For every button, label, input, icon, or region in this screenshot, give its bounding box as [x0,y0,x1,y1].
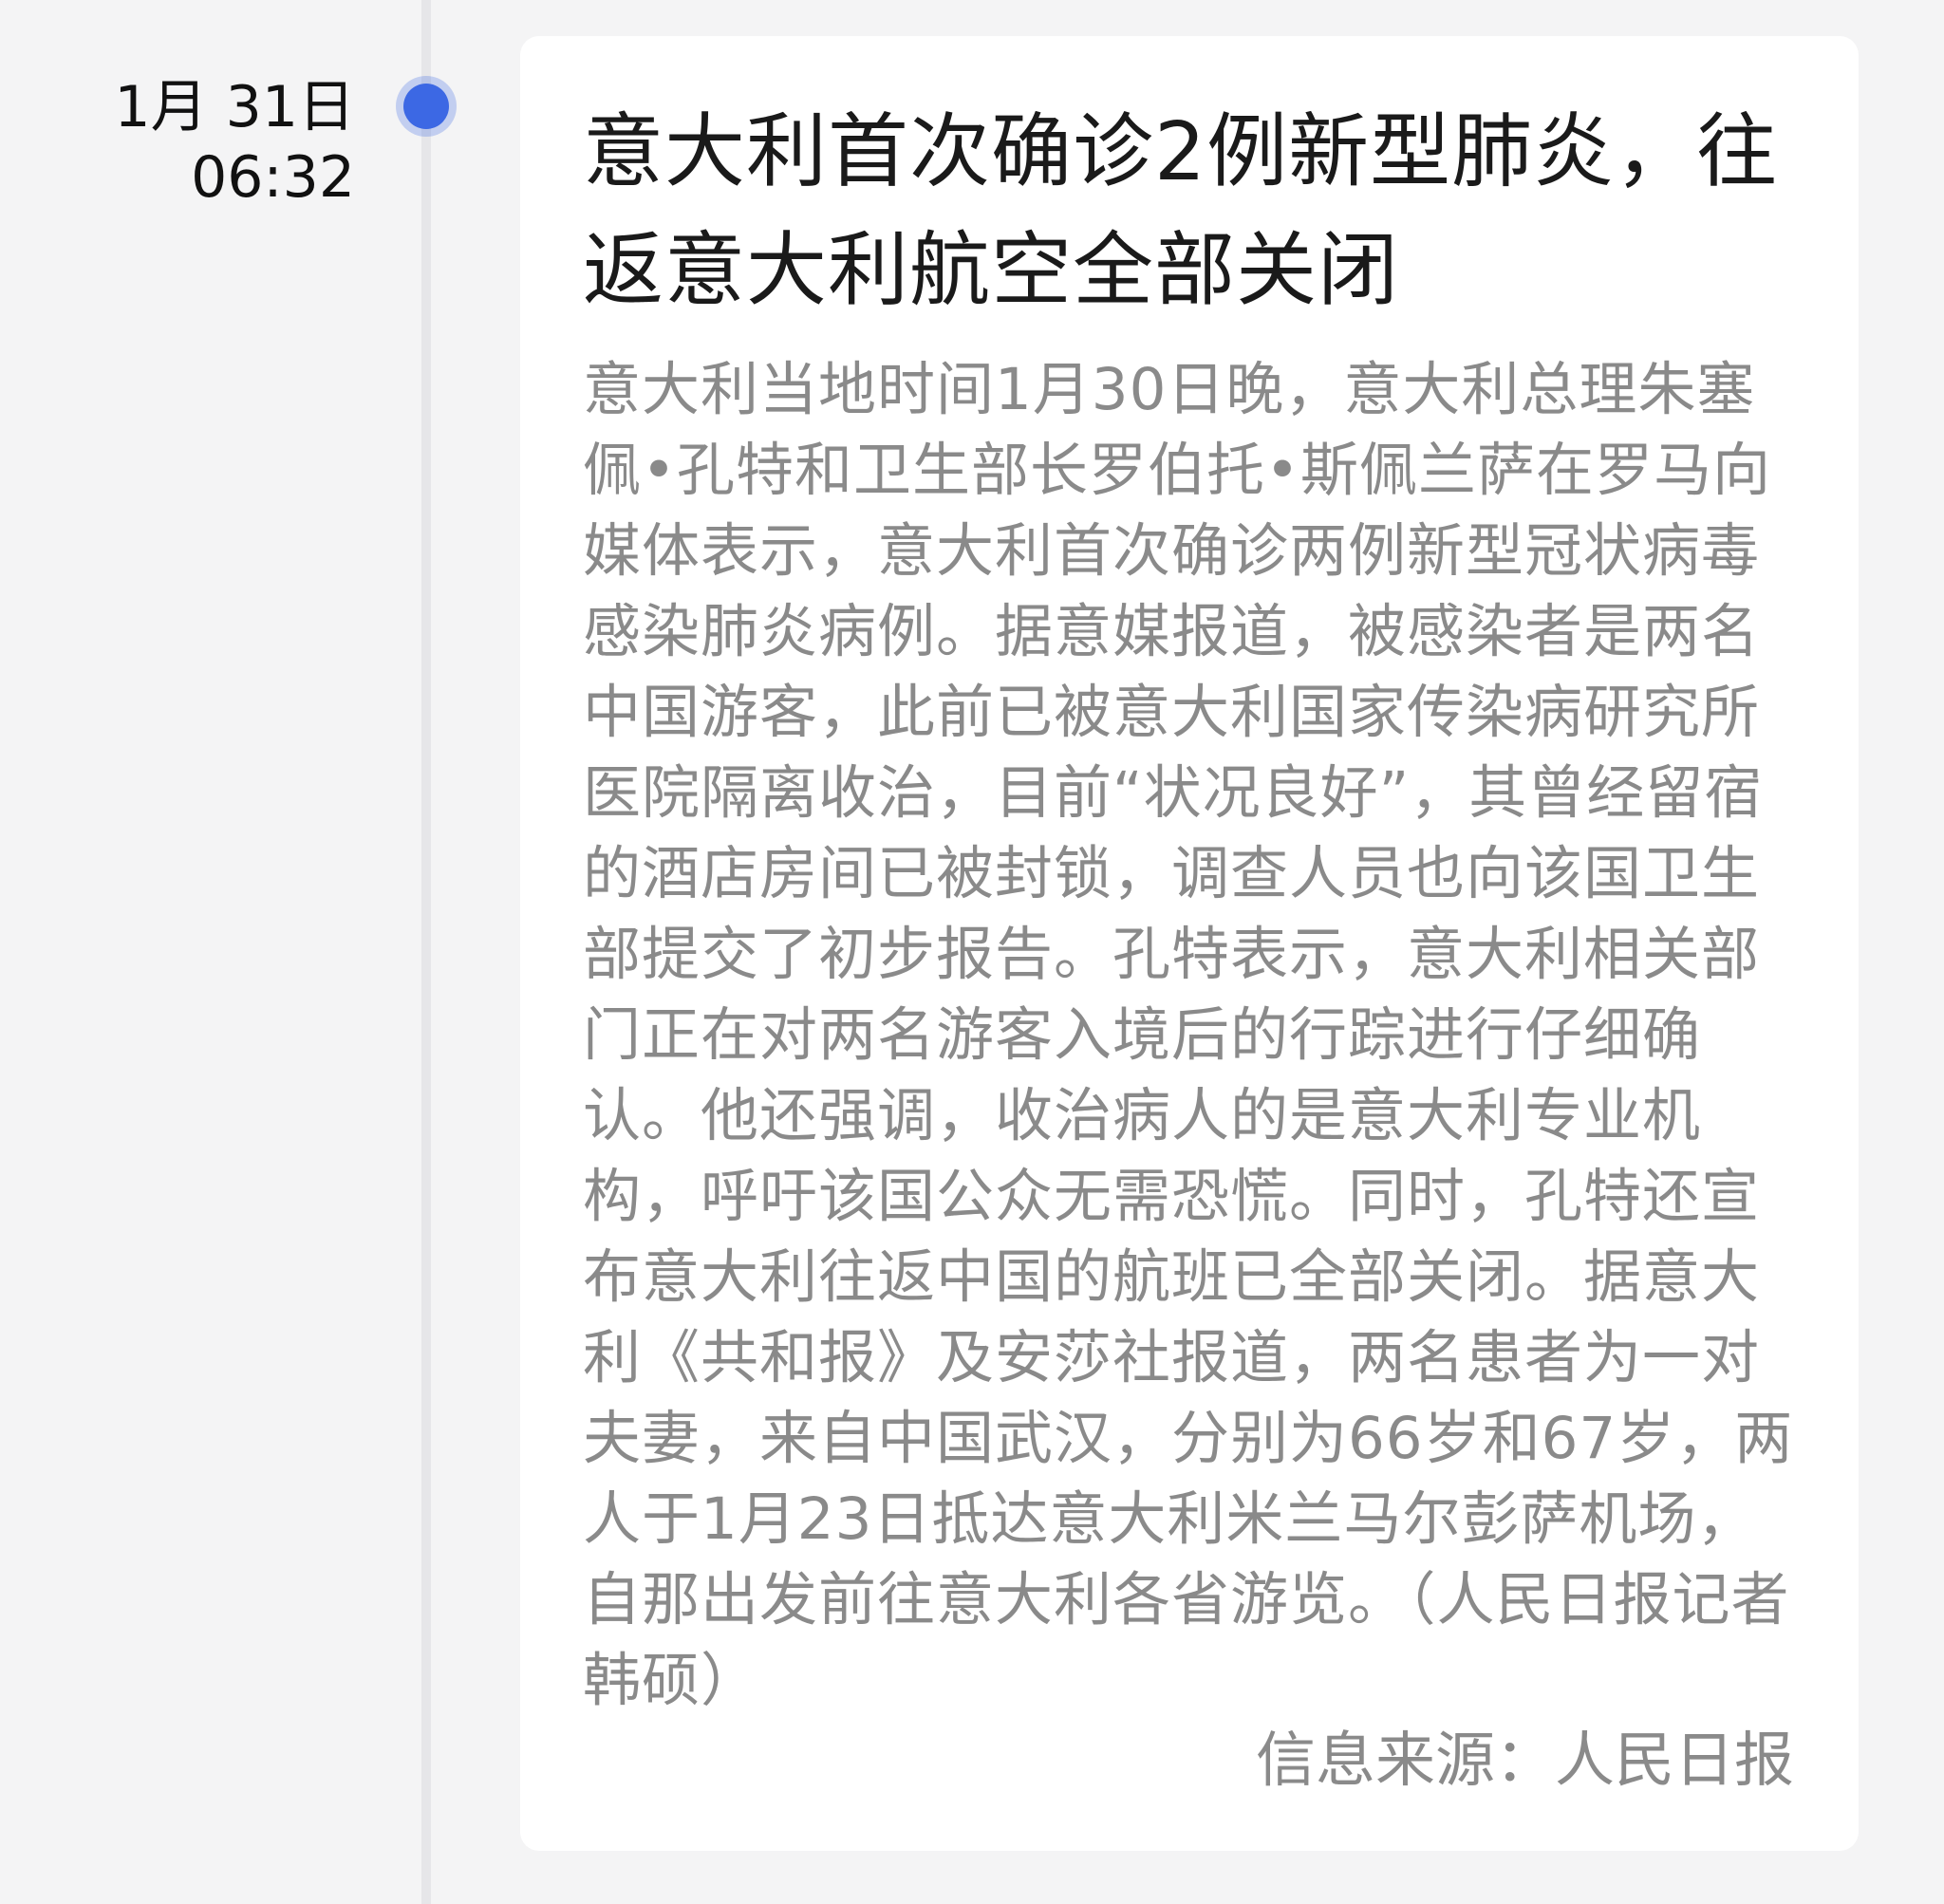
news-body: 意大利当地时间1月30日晚，意大利总理朱塞佩•孔特和卫生部长罗伯托•斯佩兰萨在罗… [583,356,1794,1714]
news-title[interactable]: 意大利首次确诊2例新型肺炎，往返意大利航空全部关闭 [583,93,1798,330]
timeline-date: 1月 31日 [114,74,355,140]
timeline-dot [403,84,449,129]
timeline-line [421,0,431,1904]
timeline-timestamp: 1月 31日 06:32 [57,72,355,213]
news-card[interactable]: 意大利首次确诊2例新型肺炎，往返意大利航空全部关闭 意大利当地时间1月30日晚，… [520,36,1859,1851]
timeline-time: 06:32 [191,144,355,211]
news-source: 信息来源：人民日报 [1256,1726,1794,1795]
